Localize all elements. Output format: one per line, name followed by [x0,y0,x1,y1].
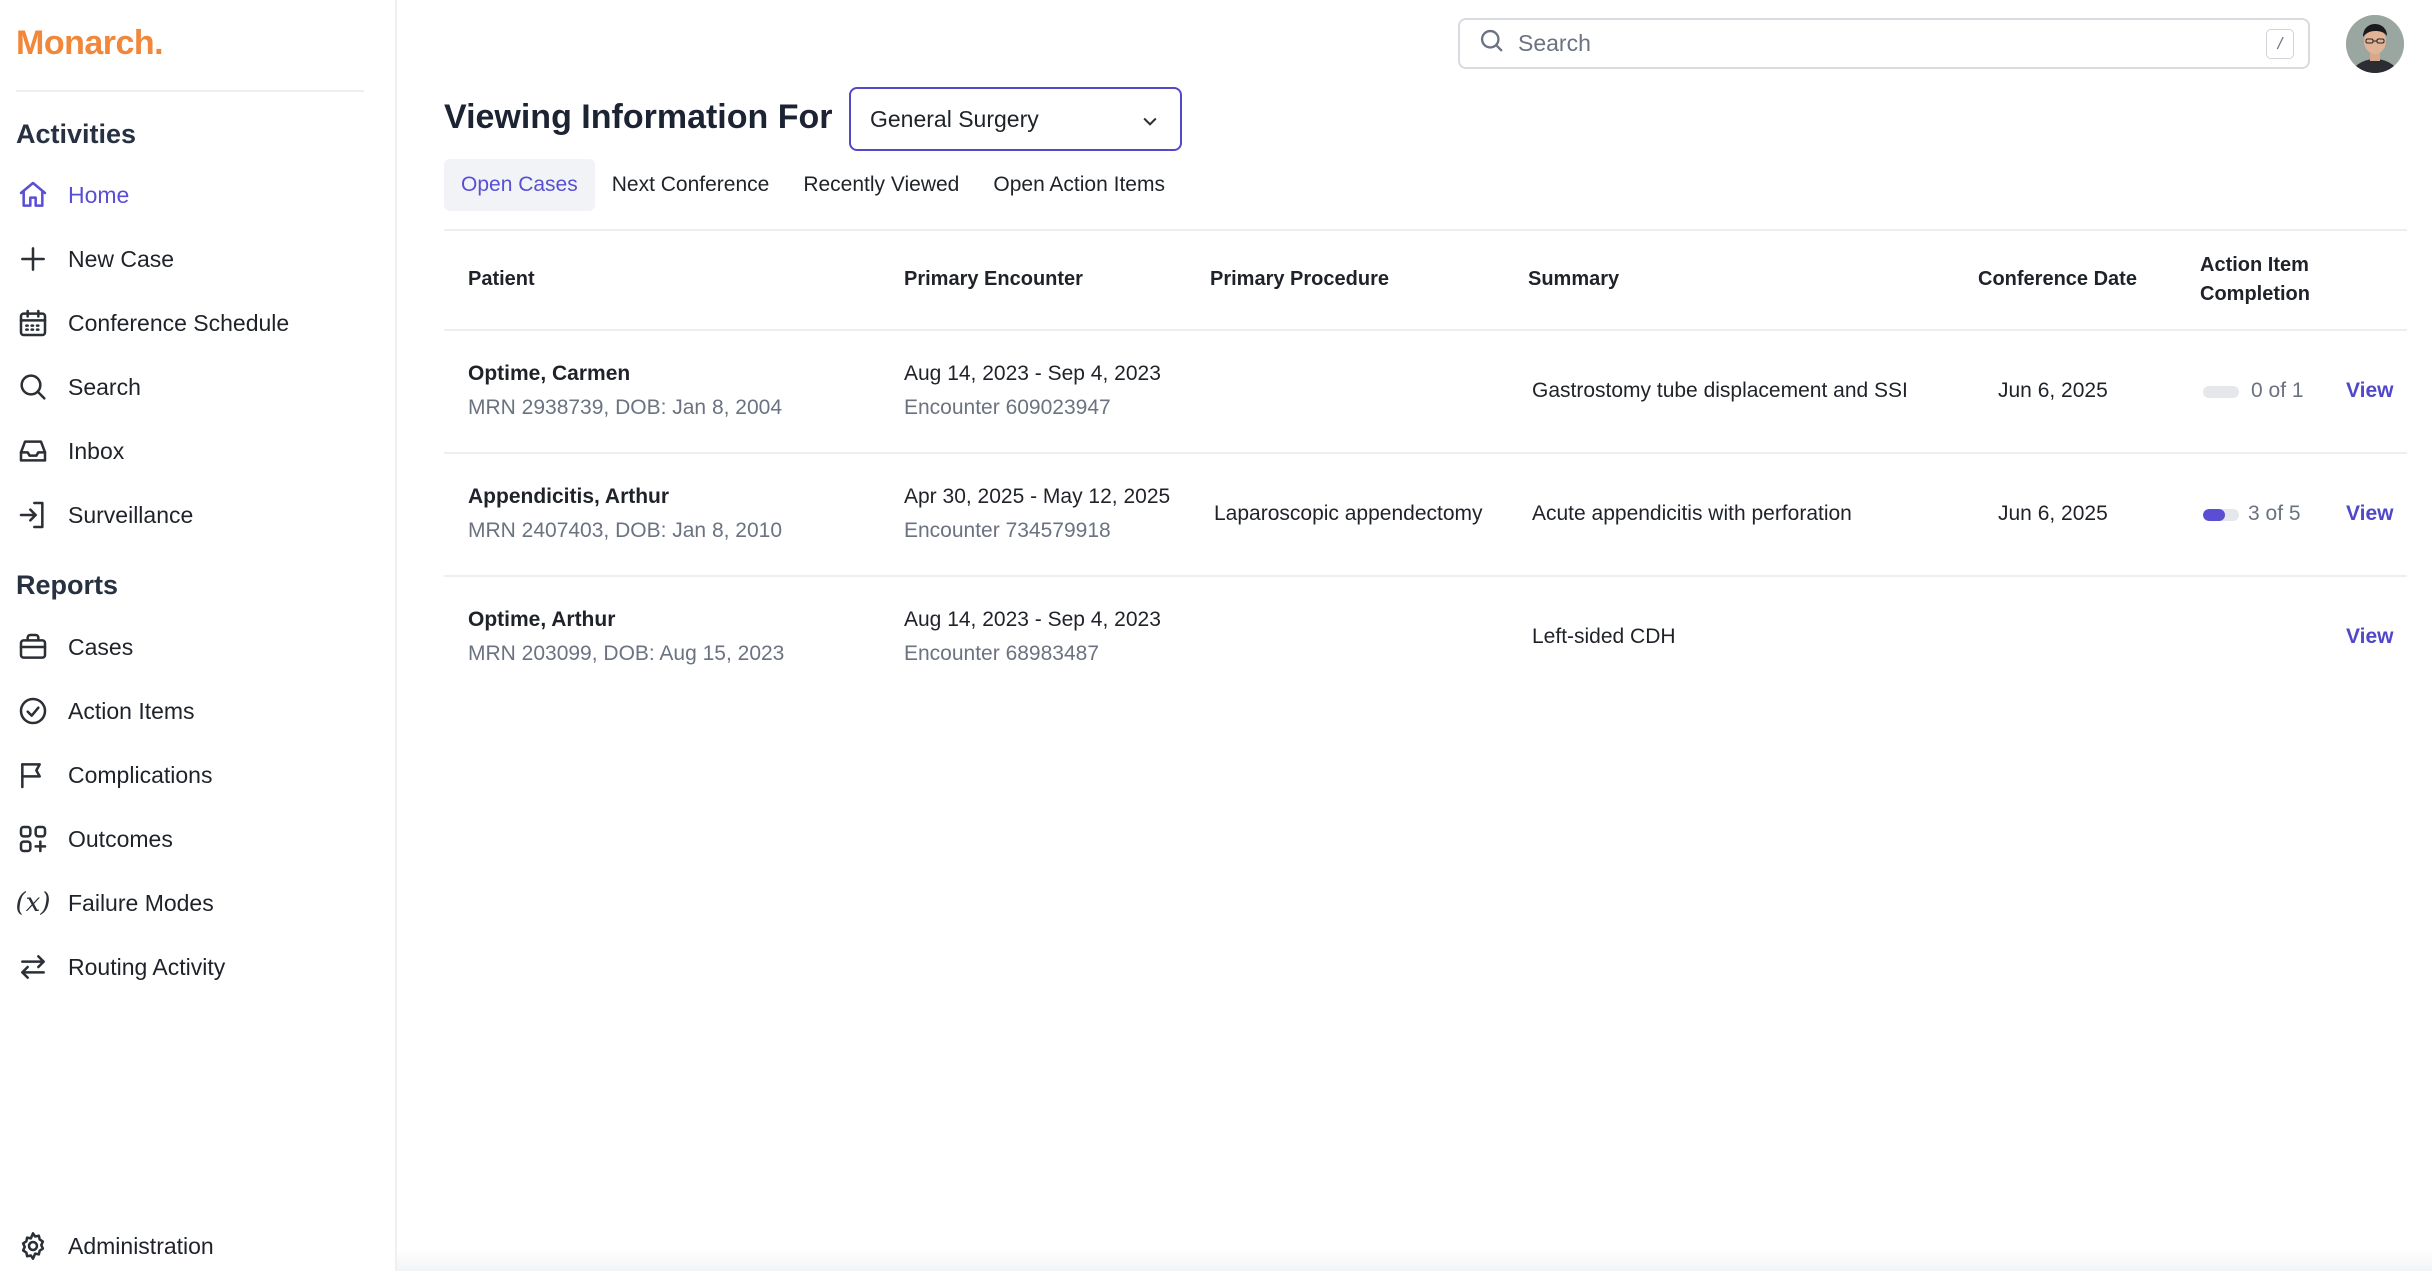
sidebar-item-routing-activity[interactable]: Routing Activity [16,943,376,991]
case-tabs: Open Cases Next Conference Recently View… [444,159,1182,211]
view-case-link[interactable]: View [2346,379,2393,403]
function-icon: (x) [15,888,51,918]
case-summary: Acute appendicitis with perforation [1532,502,1852,525]
sidebar-item-outcomes[interactable]: Outcomes [16,815,376,863]
sidebar-item-label: Outcomes [68,825,173,852]
sidebar-item-new-case[interactable]: New Case [16,235,376,283]
department-select-value: General Surgery [870,105,1039,132]
sidebar-item-label: Search [68,373,141,400]
sidebar-item-label: Cases [68,633,134,660]
table-header-divider [444,329,2407,331]
encounter-dates: Aug 14, 2023 - Sep 4, 2023 [904,608,1161,631]
encounter-id: Encounter 68983487 [904,642,1099,665]
tab-recently-viewed[interactable]: Recently Viewed [786,159,976,211]
sidebar-item-surveillance[interactable]: Surveillance [16,491,376,539]
view-case-link[interactable]: View [2346,502,2393,526]
sidebar-item-cases[interactable]: Cases [16,623,376,671]
action-item-progress-bar [2203,386,2239,398]
logo-divider [16,90,364,92]
arrows-exchange-icon [16,950,50,984]
inbox-icon [16,434,50,468]
sidebar: Monarch. Activities Home New Case Confer… [0,0,397,1271]
encounter-dates: Aug 14, 2023 - Sep 4, 2023 [904,362,1161,385]
briefcase-icon [16,630,50,664]
conference-date: Jun 6, 2025 [1998,379,2108,402]
search-icon [16,370,50,404]
bottom-shadow [397,1249,2432,1271]
tab-open-cases[interactable]: Open Cases [444,159,595,211]
search-input[interactable] [1518,30,2218,57]
conference-date: Jun 6, 2025 [1998,502,2108,525]
column-header-line: Action Item [2200,254,2309,276]
search-icon [1478,27,1506,60]
flag-icon [16,758,50,792]
sidebar-item-complications[interactable]: Complications [16,751,376,799]
patient-name: Optime, Arthur [468,608,616,631]
sidebar-item-administration[interactable]: Administration [16,1222,376,1270]
calendar-icon [16,306,50,340]
app-root: Monarch. Activities Home New Case Confer… [0,0,2432,1271]
gear-icon [16,1229,50,1263]
tab-next-conference[interactable]: Next Conference [595,159,787,211]
case-summary: Left-sided CDH [1532,625,1676,648]
global-search[interactable]: / [1458,18,2310,69]
sidebar-item-label: Home [68,181,130,208]
sidebar-item-label: Administration [68,1232,214,1259]
sidebar-item-label: Inbox [68,437,125,464]
column-header-summary[interactable]: Summary [1528,265,1619,294]
sidebar-item-inbox[interactable]: Inbox [16,427,376,475]
column-header-primary-encounter[interactable]: Primary Encounter [904,265,1083,294]
view-case-link[interactable]: View [2346,625,2393,649]
case-summary: Gastrostomy tube displacement and SSI [1532,379,1908,402]
encounter-dates: Apr 30, 2025 - May 12, 2025 [904,485,1171,508]
encounter-id: Encounter 609023947 [904,396,1111,419]
sidebar-item-label: Surveillance [68,501,194,528]
patient-meta: MRN 2407403, DOB: Jan 8, 2010 [468,519,783,542]
sidebar-item-label: Routing Activity [68,953,226,980]
department-select[interactable]: General Surgery [849,87,1182,151]
login-icon [16,498,50,532]
sidebar-item-label: New Case [68,245,175,272]
action-item-progress-bar [2203,509,2239,521]
action-item-count: 3 of 5 [2248,502,2301,525]
sidebar-item-search[interactable]: Search [16,363,376,411]
sidebar-item-conference-schedule[interactable]: Conference Schedule [16,299,376,347]
sidebar-item-label: Action Items [68,697,195,724]
sidebar-item-label: Complications [68,761,213,788]
squares-plus-icon [16,822,50,856]
patient-name: Optime, Carmen [468,362,631,385]
action-item-count: 0 of 1 [2251,379,2304,402]
sidebar-item-action-items[interactable]: Action Items [16,687,376,735]
plus-icon [16,242,50,276]
page-title: Viewing Information For [444,98,833,136]
row-divider [444,452,2407,454]
tab-open-action-items[interactable]: Open Action Items [976,159,1182,211]
patient-meta: MRN 2938739, DOB: Jan 8, 2004 [468,396,783,419]
encounter-id: Encounter 734579918 [904,519,1111,542]
search-shortcut-key: / [2266,29,2294,59]
column-header-patient[interactable]: Patient [468,265,535,294]
sidebar-item-home[interactable]: Home [16,171,376,219]
home-icon [16,178,50,212]
sidebar-item-label: Conference Schedule [68,309,290,336]
table-top-divider [444,229,2407,231]
primary-procedure: Laparoscopic appendectomy [1214,502,1483,525]
check-circle-icon [16,694,50,728]
app-logo[interactable]: Monarch. [16,24,164,63]
patient-name: Appendicitis, Arthur [468,485,670,508]
patient-meta: MRN 203099, DOB: Aug 15, 2023 [468,642,785,665]
reports-heading: Reports [16,570,119,600]
user-avatar[interactable] [2346,15,2404,73]
row-divider [444,575,2407,577]
column-header-primary-procedure[interactable]: Primary Procedure [1210,265,1389,294]
column-header-conference-date[interactable]: Conference Date [1978,265,2137,294]
column-header-action-item-completion[interactable]: Action Item Completion [2200,251,2310,309]
activities-heading: Activities [16,119,137,149]
column-header-line: Completion [2200,283,2310,305]
progress-fill [2203,509,2225,521]
sidebar-item-label: Failure Modes [68,889,214,916]
sidebar-item-failure-modes[interactable]: (x) Failure Modes [16,879,376,927]
